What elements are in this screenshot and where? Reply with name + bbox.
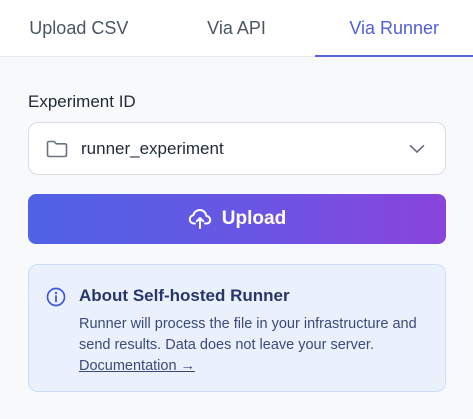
chevron-down-icon [409,144,425,154]
upload-panel: Upload CSV Via API Via Runner Experiment… [0,0,473,419]
folder-icon [46,140,68,158]
tab-via-runner-label: Via Runner [349,17,440,38]
experiment-id-select[interactable]: runner_experiment [28,122,446,175]
cloud-upload-icon [188,208,212,230]
experiment-id-value: runner_experiment [81,138,224,158]
tab-via-api[interactable]: Via API [158,0,316,56]
tab-upload-csv[interactable]: Upload CSV [0,0,158,56]
runner-info-box: About Self-hosted Runner Runner will pro… [28,264,446,392]
documentation-link[interactable]: Documentation → [79,358,195,374]
tab-upload-csv-label: Upload CSV [29,17,129,38]
tab-bar: Upload CSV Via API Via Runner [0,0,473,57]
info-description: Runner will process the file in your inf… [79,316,417,353]
info-title: About Self-hosted Runner [79,286,290,305]
experiment-id-label: Experiment ID [28,92,136,111]
upload-button[interactable]: Upload [28,194,446,244]
info-icon [46,287,66,307]
tab-via-api-label: Via API [207,17,266,38]
upload-button-label: Upload [221,208,287,229]
tab-via-runner[interactable]: Via Runner [315,0,473,57]
